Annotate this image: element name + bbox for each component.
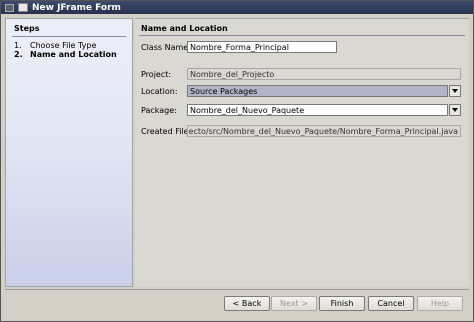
window-close-icon[interactable] (5, 3, 14, 12)
location-dropdown-button[interactable] (449, 85, 461, 97)
next-button[interactable]: Next > (271, 296, 317, 311)
button-divider (5, 289, 469, 290)
window-title: New JFrame Form (32, 2, 121, 13)
back-button[interactable]: < Back (224, 296, 270, 311)
chevron-down-icon (452, 108, 458, 112)
steps-header: Steps (14, 24, 40, 33)
title-bar[interactable]: New JFrame Form (1, 1, 473, 14)
location-label: Location: (141, 87, 178, 96)
steps-panel: Steps 1. Choose File Type 2. Name and Loca… (5, 18, 133, 287)
step-label: Name and Location (30, 50, 117, 59)
package-label: Package: (141, 106, 177, 115)
step-number: 1. (14, 41, 22, 50)
content-panel: Name and Location Class Name: Nombre_For… (135, 18, 469, 287)
package-dropdown-button[interactable] (449, 104, 461, 116)
steps-divider (12, 36, 126, 37)
class-name-field[interactable]: Nombre_Forma_Principal (187, 41, 337, 53)
help-button[interactable]: Help (417, 296, 463, 311)
created-file-value: _del_Projecto/src/Nombre_del_Nuevo_Paque… (187, 127, 458, 136)
location-dropdown[interactable]: Source Packages (187, 85, 448, 97)
created-file-field: _del_Projecto/src/Nombre_del_Nuevo_Paque… (187, 125, 461, 137)
chevron-down-icon (452, 89, 458, 93)
step-name-and-location: 2. Name and Location (14, 50, 117, 59)
content-header: Name and Location (141, 24, 228, 33)
cancel-button[interactable]: Cancel (368, 296, 414, 311)
package-combobox[interactable]: Nombre_del_Nuevo_Paquete (187, 104, 448, 116)
app-icon (18, 3, 28, 12)
project-label: Project: (141, 70, 172, 79)
wizard-window: New JFrame Form Steps 1. Choose File Type… (0, 0, 474, 322)
class-name-label: Class Name: (141, 43, 191, 52)
project-field: Nombre_del_Projecto (187, 68, 461, 80)
content-divider (139, 35, 465, 36)
step-number: 2. (14, 50, 23, 59)
step-choose-file-type: 1. Choose File Type (14, 41, 96, 50)
finish-button[interactable]: Finish (319, 296, 365, 311)
created-file-label: Created File: (141, 127, 192, 136)
step-label: Choose File Type (30, 41, 97, 50)
